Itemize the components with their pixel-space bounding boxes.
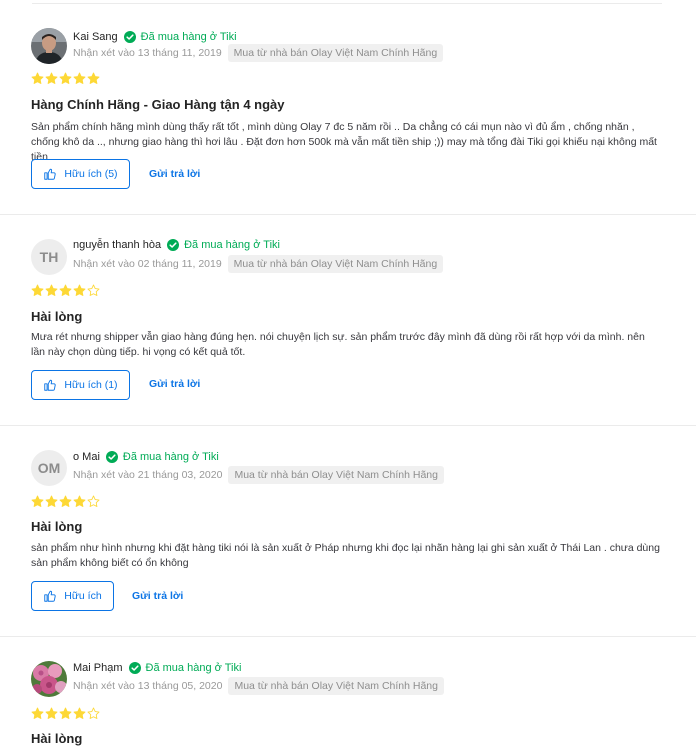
star-empty-icon [87, 495, 100, 507]
review-date: Nhận xét vào 13 tháng 11, 2019 [73, 47, 222, 59]
star-filled-icon [31, 284, 44, 296]
verified-check-icon [128, 662, 141, 674]
review-title: Hài lòng [31, 731, 83, 746]
star-filled-icon [59, 72, 72, 84]
avatar [31, 661, 67, 697]
star-filled-icon [73, 284, 86, 296]
reviewer-line: o Mai Đã mua hàng ở Tiki [73, 450, 219, 464]
review-meta: Nhận xét vào 13 tháng 05, 2020 Mua từ nh… [73, 677, 444, 695]
reviewer-line: Mai Phạm Đã mua hàng ở Tiki [73, 661, 241, 675]
verified-purchase-label: Đã mua hàng ở Tiki [145, 662, 242, 674]
helpful-label: Hữu ích [64, 590, 102, 602]
review-content: sản phẩm như hình nhưng khi đặt hàng tik… [31, 542, 660, 569]
verified-purchase-label: Đã mua hàng ở Tiki [140, 31, 237, 43]
rating-stars [31, 495, 100, 508]
star-filled-icon [31, 495, 44, 507]
thumbs-up-icon [44, 379, 57, 391]
helpful-label: Hữu ích (1) [64, 379, 118, 391]
reply-link[interactable]: Gửi trả lời [149, 168, 200, 180]
avatar: TH [31, 239, 67, 275]
review-date: Nhận xét vào 02 tháng 11, 2019 [73, 258, 222, 270]
star-filled-icon [45, 495, 58, 507]
star-filled-icon [73, 72, 86, 84]
avatar: OM [31, 450, 67, 486]
review-title: Hàng Chính Hãng - Giao Hàng tận 4 ngày [31, 97, 285, 112]
review-date: Nhận xét vào 13 tháng 05, 2020 [73, 680, 223, 692]
thumbs-up-icon [44, 168, 57, 180]
review-content: Mưa rét nhưng shipper vẫn giao hàng đúng… [31, 331, 645, 358]
helpful-button[interactable]: Hữu ích [31, 581, 114, 611]
star-empty-icon [87, 707, 100, 719]
seller-badge: Mua từ nhà bán Olay Việt Nam Chính Hãng [228, 677, 444, 695]
star-filled-icon [31, 72, 44, 84]
star-filled-icon [45, 72, 58, 84]
star-filled-icon [87, 72, 100, 84]
review-title: Hài lòng [31, 519, 83, 534]
review-meta: Nhận xét vào 13 tháng 11, 2019 Mua từ nh… [73, 44, 444, 62]
star-filled-icon [59, 707, 72, 719]
review-card: TH nguyễn thanh hòa Đã mua hàng ở Tiki N… [0, 215, 696, 426]
verified-purchase-label: Đã mua hàng ở Tiki [122, 451, 219, 463]
seller-badge: Mua từ nhà bán Olay Việt Nam Chính Hãng [227, 44, 444, 62]
star-filled-icon [59, 495, 72, 507]
reviewer-line: Kai Sang Đã mua hàng ở Tiki [73, 30, 237, 44]
review-meta: Nhận xét vào 02 tháng 11, 2019 Mua từ nh… [73, 255, 444, 273]
star-filled-icon [45, 707, 58, 719]
helpful-button[interactable]: Hữu ích (1) [31, 370, 130, 400]
review-card: Kai Sang Đã mua hàng ở Tiki Nhận xét vào… [0, 4, 696, 215]
star-filled-icon [73, 707, 86, 719]
seller-badge: Mua từ nhà bán Olay Việt Nam Chính Hãng [227, 255, 444, 273]
star-filled-icon [45, 284, 58, 296]
review-title: Hài lòng [31, 309, 83, 324]
reply-link[interactable]: Gửi trả lời [132, 590, 183, 602]
verified-purchase-label: Đã mua hàng ở Tiki [184, 239, 280, 251]
star-filled-icon [59, 284, 72, 296]
rating-stars [31, 72, 100, 85]
rating-stars [31, 284, 100, 297]
star-filled-icon [73, 495, 86, 507]
reviewer-name: o Mai [73, 451, 100, 463]
reviewer-name: Mai Phạm [73, 662, 123, 674]
reviewer-name: nguyễn thanh hòa [73, 239, 162, 251]
verified-check-icon [167, 239, 180, 251]
verified-check-icon [105, 451, 118, 463]
review-card: Mai Phạm Đã mua hàng ở Tiki Nhận xét vào… [0, 637, 696, 749]
helpful-button[interactable]: Hữu ích (5) [31, 159, 130, 189]
reviewer-line: nguyễn thanh hòa Đã mua hàng ở Tiki [73, 238, 280, 252]
avatar [31, 28, 67, 64]
avatar-photo-man [31, 28, 67, 64]
helpful-label: Hữu ích (5) [64, 168, 118, 180]
review-card: OM o Mai Đã mua hàng ở Tiki Nhận xét vào… [0, 426, 696, 637]
star-filled-icon [31, 707, 44, 719]
thumbs-up-icon [44, 590, 56, 602]
rating-stars [31, 707, 100, 720]
reply-link[interactable]: Gửi trả lời [149, 378, 200, 390]
review-date: Nhận xét vào 21 tháng 03, 2020 [73, 469, 223, 481]
seller-badge: Mua từ nhà bán Olay Việt Nam Chính Hãng [228, 466, 444, 484]
reviewer-name: Kai Sang [73, 31, 118, 43]
review-meta: Nhận xét vào 21 tháng 03, 2020 Mua từ nh… [73, 466, 444, 484]
star-empty-icon [87, 284, 100, 296]
verified-check-icon [123, 31, 136, 43]
avatar-photo-flowers [31, 661, 67, 697]
